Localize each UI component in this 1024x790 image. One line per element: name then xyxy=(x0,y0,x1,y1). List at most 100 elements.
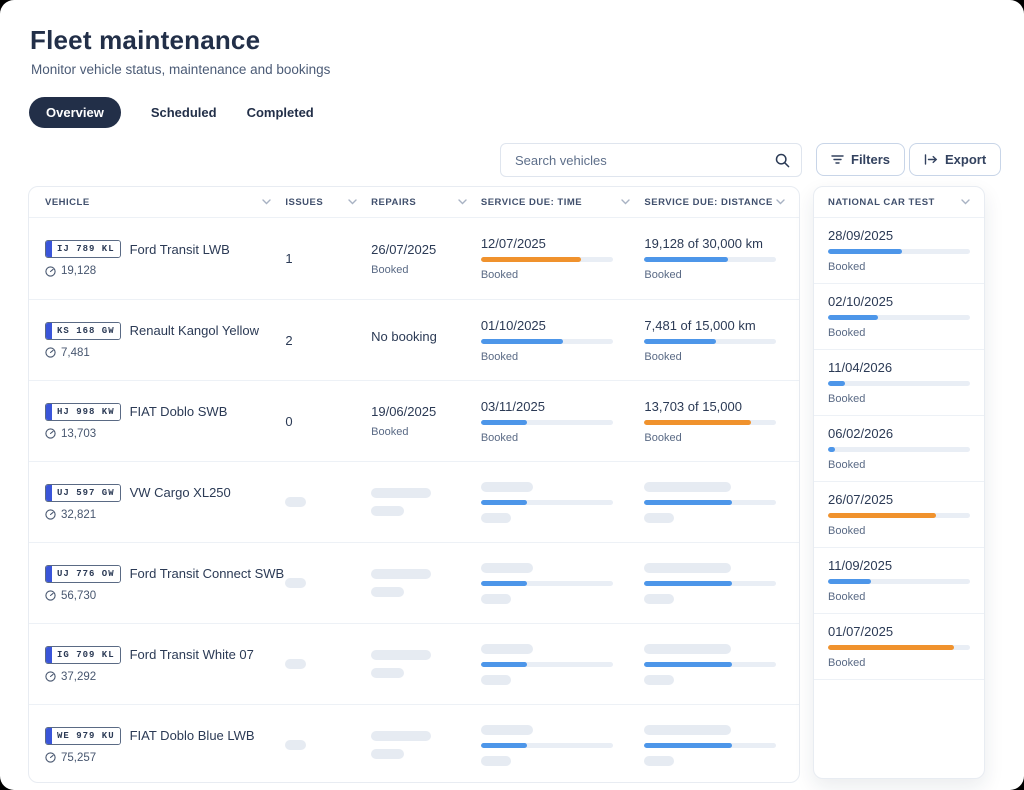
service-time-progress-track xyxy=(481,743,613,748)
odometer-value: 56,730 xyxy=(61,590,96,602)
column-header-service-due-distance[interactable]: SERVICE DUE: DISTANCE xyxy=(644,197,799,208)
nct-row[interactable]: 06/02/2026 Booked xyxy=(814,416,984,482)
nct-row[interactable]: 11/04/2026 Booked xyxy=(814,350,984,416)
export-icon xyxy=(924,154,938,165)
skeleton-bar xyxy=(481,482,533,492)
table-row[interactable]: IG 709 KL Ford Transit White 07 37,292 xyxy=(29,623,799,704)
license-plate: UJ 776 OW xyxy=(45,565,121,583)
column-header-vehicle[interactable]: VEHICLE xyxy=(29,197,285,208)
skeleton-bar xyxy=(644,482,731,492)
vehicle-name: FIAT Doblo SWB xyxy=(130,404,228,419)
skeleton-bar xyxy=(371,488,431,498)
service-time-progress-track xyxy=(481,581,613,586)
issues-cell: 0 xyxy=(285,381,371,461)
fleet-maintenance-page: Fleet maintenance Monitor vehicle status… xyxy=(0,0,1024,790)
chevron-down-icon xyxy=(262,199,271,205)
filters-label: Filters xyxy=(851,152,890,167)
nct-progress-track xyxy=(828,645,970,650)
service-time-bar-fill xyxy=(481,257,581,262)
service-time-progress-track xyxy=(481,339,613,344)
repairs-cell xyxy=(371,462,481,542)
nct-column-body: 28/09/2025 Booked 02/10/2025 Booked 11/0… xyxy=(814,218,984,680)
skeleton-bar xyxy=(644,594,674,604)
export-button[interactable]: Export xyxy=(909,143,1001,176)
tab-overview[interactable]: Overview xyxy=(29,97,121,128)
table-row[interactable]: WE 979 KU FIAT Doblo Blue LWB 75,257 xyxy=(29,704,799,783)
license-plate: HJ 998 KW xyxy=(45,403,121,421)
search-input[interactable] xyxy=(513,152,775,169)
issues-count: 1 xyxy=(285,251,371,266)
vehicle-name: VW Cargo XL250 xyxy=(130,485,231,500)
skeleton-bar xyxy=(481,594,511,604)
plate-number: IJ 789 KL xyxy=(52,241,120,257)
service-distance-label: 13,703 of 15,000 xyxy=(644,399,799,414)
service-distance-bar-fill xyxy=(644,420,751,425)
odometer-icon xyxy=(45,671,56,682)
table-row[interactable]: KS 168 GW Renault Kangol Yellow 7,481 2 … xyxy=(29,299,799,380)
column-header-service-due-time[interactable]: SERVICE DUE: TIME xyxy=(481,197,645,208)
service-due-time-cell xyxy=(481,543,645,623)
nct-date: 28/09/2025 xyxy=(828,228,970,243)
table-row[interactable]: IJ 789 KL Ford Transit LWB 19,128 1 26/0… xyxy=(29,218,799,299)
odometer-icon xyxy=(45,347,56,358)
table-row[interactable]: UJ 597 GW VW Cargo XL250 32,821 xyxy=(29,461,799,542)
column-header-repairs[interactable]: REPAIRS xyxy=(371,197,481,208)
nct-bar-fill xyxy=(828,249,902,254)
service-time-bar-fill xyxy=(481,500,527,505)
nct-row[interactable]: 11/09/2025 Booked xyxy=(814,548,984,614)
service-time-status: Booked xyxy=(481,432,645,444)
tab-scheduled[interactable]: Scheduled xyxy=(151,105,217,120)
table-header-row: VEHICLE ISSUES REPAIRS SERVICE DUE: TIME… xyxy=(29,187,799,218)
service-due-distance-cell xyxy=(644,705,799,783)
skeleton-bar xyxy=(481,644,533,654)
nct-bar-fill xyxy=(828,447,835,452)
export-label: Export xyxy=(945,152,986,167)
issues-cell xyxy=(285,462,371,542)
nct-status: Booked xyxy=(828,327,970,339)
plate-number: HJ 998 KW xyxy=(52,404,120,420)
service-due-distance-cell: 13,703 of 15,000 Booked xyxy=(644,381,799,461)
nct-row[interactable]: 01/07/2025 Booked xyxy=(814,614,984,680)
service-time-bar-fill xyxy=(481,420,527,425)
service-distance-label: 7,481 of 15,000 km xyxy=(644,318,799,333)
nct-status: Booked xyxy=(828,525,970,537)
chevron-down-icon xyxy=(621,199,630,205)
skeleton-bar xyxy=(481,563,533,573)
skeleton-bar xyxy=(371,506,404,516)
nct-bar-fill xyxy=(828,645,954,650)
nct-row[interactable]: 26/07/2025 Booked xyxy=(814,482,984,548)
service-due-time-cell: 12/07/2025 Booked xyxy=(481,218,645,299)
nct-bar-fill xyxy=(828,315,878,320)
column-header-issues[interactable]: ISSUES xyxy=(285,197,371,208)
service-due-time-cell: 01/10/2025 Booked xyxy=(481,300,645,380)
table-row[interactable]: HJ 998 KW FIAT Doblo SWB 13,703 0 19/06/… xyxy=(29,380,799,461)
service-distance-bar-fill xyxy=(644,339,715,344)
tab-completed[interactable]: Completed xyxy=(247,105,314,120)
nct-row[interactable]: 02/10/2025 Booked xyxy=(814,284,984,350)
column-label: ISSUES xyxy=(285,197,323,208)
column-header-national-car-test[interactable]: NATIONAL CAR TEST xyxy=(814,187,984,218)
skeleton-bar xyxy=(481,675,511,685)
service-time-bar-fill xyxy=(481,662,527,667)
issues-cell xyxy=(285,543,371,623)
odometer-icon xyxy=(45,590,56,601)
license-plate: KS 168 GW xyxy=(45,322,121,340)
nct-date: 01/07/2025 xyxy=(828,624,970,639)
service-distance-bar-fill xyxy=(644,581,731,586)
odometer-value: 32,821 xyxy=(61,509,96,521)
service-due-time-cell: 03/11/2025 Booked xyxy=(481,381,645,461)
table-row[interactable]: UJ 776 OW Ford Transit Connect SWB 56,73… xyxy=(29,542,799,623)
repairs-cell xyxy=(371,543,481,623)
odometer-value: 37,292 xyxy=(61,671,96,683)
issues-cell: 2 xyxy=(285,300,371,380)
nct-status: Booked xyxy=(828,591,970,603)
filters-button[interactable]: Filters xyxy=(816,143,905,176)
nct-row[interactable]: 28/09/2025 Booked xyxy=(814,218,984,284)
page-title: Fleet maintenance xyxy=(30,25,260,56)
service-time-status: Booked xyxy=(481,351,645,363)
skeleton-bar xyxy=(644,513,674,523)
skeleton-bar xyxy=(644,725,731,735)
license-plate: UJ 597 GW xyxy=(45,484,121,502)
service-distance-status: Booked xyxy=(644,269,799,281)
search-icon[interactable] xyxy=(775,153,790,168)
